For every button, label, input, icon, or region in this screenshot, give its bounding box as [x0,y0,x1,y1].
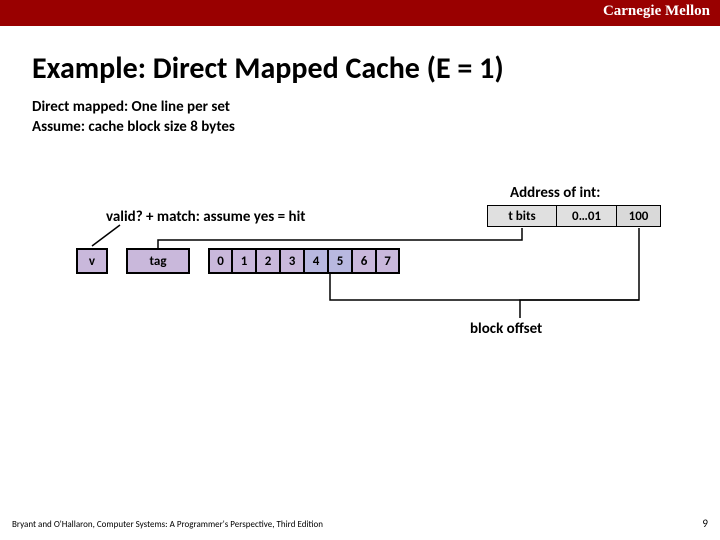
cache-line: v tag 01234567 [76,248,400,274]
connector-lines [0,170,720,390]
gap-2 [190,248,208,274]
page-number: 9 [702,517,708,530]
byte-cell-3: 3 [280,248,304,274]
address-heading: Address of int: [510,184,600,202]
address-box: t bits 0…01 100 [487,205,661,227]
brand-label: Carnegie Mellon [603,3,710,20]
data-bytes-row: 01234567 [208,248,400,274]
hit-condition-text: valid? + match: assume yes = hit [106,208,305,226]
diagram-stage: Address of int: t bits 0…01 100 valid? +… [0,170,720,390]
byte-cell-7: 7 [376,248,400,274]
gap-1 [108,248,126,274]
addr-tbits: t bits [487,205,557,227]
slide-subtitle: Direct mapped: One line per set Assume: … [32,97,720,138]
tag-cell: tag [126,248,190,274]
addr-offset: 100 [617,205,661,227]
byte-cell-5: 5 [328,248,352,274]
slide-title: Example: Direct Mapped Cache (E = 1) [32,50,720,87]
byte-cell-4: 4 [304,248,328,274]
byte-cell-0: 0 [208,248,232,274]
byte-cell-1: 1 [232,248,256,274]
brand-bar: Carnegie Mellon [0,0,720,26]
footer-citation: Bryant and O'Hallaron, Computer Systems:… [12,519,323,530]
subtitle-line-1: Direct mapped: One line per set [32,97,720,117]
subtitle-line-2: Assume: cache block size 8 bytes [32,117,720,137]
byte-cell-2: 2 [256,248,280,274]
byte-cell-6: 6 [352,248,376,274]
valid-cell: v [76,248,108,274]
addr-setidx: 0…01 [557,205,617,227]
block-offset-label: block offset [470,320,542,338]
